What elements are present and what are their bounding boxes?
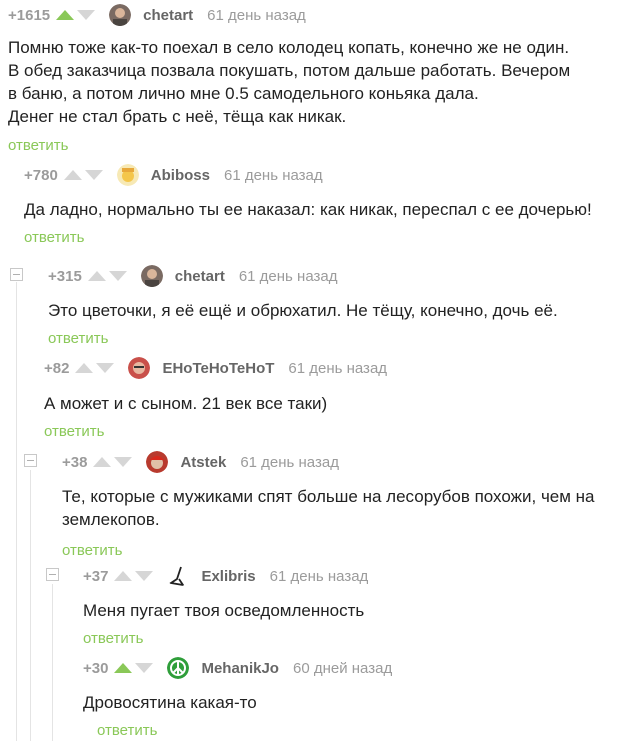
rating: +315 [48, 267, 82, 285]
reply-link[interactable]: ответить [24, 229, 84, 246]
rating: +82 [44, 359, 70, 377]
collapse-thread-button[interactable] [46, 568, 59, 581]
author-link[interactable]: Atstek [180, 454, 226, 471]
reply-link[interactable]: ответить [83, 630, 143, 647]
face-avatar[interactable] [128, 357, 151, 379]
comment-text: Дровосятина какая-то [83, 693, 257, 712]
peace-sign-avatar[interactable] [167, 657, 190, 679]
comment-text: А может и с сыном. 21 век все таки) [44, 394, 328, 413]
author-link[interactable]: Abiboss [151, 167, 210, 184]
sketch-figure-avatar[interactable] [167, 565, 190, 587]
upvote-icon[interactable] [114, 663, 133, 673]
comment-text: Да ладно, нормально ты ее наказал: как н… [24, 200, 592, 219]
cartoon-avatar[interactable] [116, 164, 139, 186]
downvote-icon[interactable] [77, 10, 96, 20]
downvote-icon[interactable] [135, 571, 154, 581]
downvote-icon[interactable] [96, 363, 115, 373]
comment-text: Те, которые с мужиками спят больше на ле… [62, 487, 595, 529]
reply-link[interactable]: ответить [48, 330, 108, 347]
timestamp[interactable]: 61 день назад [224, 167, 323, 184]
upvote-icon[interactable] [87, 271, 106, 281]
author-link[interactable]: Exlibris [201, 568, 255, 585]
reply-link[interactable]: ответить [8, 137, 68, 154]
comment-text: Помню тоже как-то поехал в село колодец … [8, 38, 571, 126]
timestamp[interactable]: 61 день назад [288, 360, 387, 377]
timestamp[interactable]: 61 день назад [240, 454, 339, 471]
user-photo-avatar[interactable] [109, 4, 132, 26]
downvote-icon[interactable] [84, 170, 103, 180]
rating: +1615 [8, 6, 51, 24]
reply-link[interactable]: ответить [44, 423, 104, 440]
rating: +780 [24, 166, 58, 184]
reply-link[interactable]: ответить [97, 722, 157, 739]
downvote-icon[interactable] [114, 457, 133, 467]
timestamp[interactable]: 60 дней назад [293, 660, 392, 677]
rating: +37 [83, 567, 109, 585]
timestamp[interactable]: 61 день назад [270, 568, 369, 585]
upvote-icon[interactable] [63, 170, 82, 180]
user-photo-avatar[interactable] [140, 265, 163, 287]
author-link[interactable]: chetart [175, 268, 225, 285]
collapse-thread-button[interactable] [24, 454, 37, 467]
author-link[interactable]: MehanikJo [201, 660, 279, 677]
author-link[interactable]: chetart [143, 7, 193, 24]
author-link[interactable]: EHoTeHoTeHoT [162, 360, 274, 377]
upvote-icon[interactable] [56, 10, 75, 20]
upvote-icon[interactable] [114, 571, 133, 581]
upvote-icon[interactable] [75, 363, 94, 373]
collapse-thread-button[interactable] [10, 268, 23, 281]
thread-line [16, 282, 17, 741]
upvote-icon[interactable] [93, 457, 112, 467]
reply-link[interactable]: ответить [62, 542, 122, 559]
timestamp[interactable]: 61 день назад [239, 268, 338, 285]
thread-line [52, 584, 53, 741]
timestamp[interactable]: 61 день назад [207, 7, 306, 24]
downvote-icon[interactable] [135, 663, 154, 673]
rating: +38 [62, 453, 88, 471]
thread-line [30, 470, 31, 741]
rating: +30 [83, 659, 109, 677]
downvote-icon[interactable] [108, 271, 127, 281]
comment-text: Меня пугает твоя осведомленность [83, 601, 365, 620]
red-helmet-avatar[interactable] [146, 451, 169, 473]
comment-text: Это цветочки, я её ещё и обрюхатил. Не т… [48, 301, 558, 320]
